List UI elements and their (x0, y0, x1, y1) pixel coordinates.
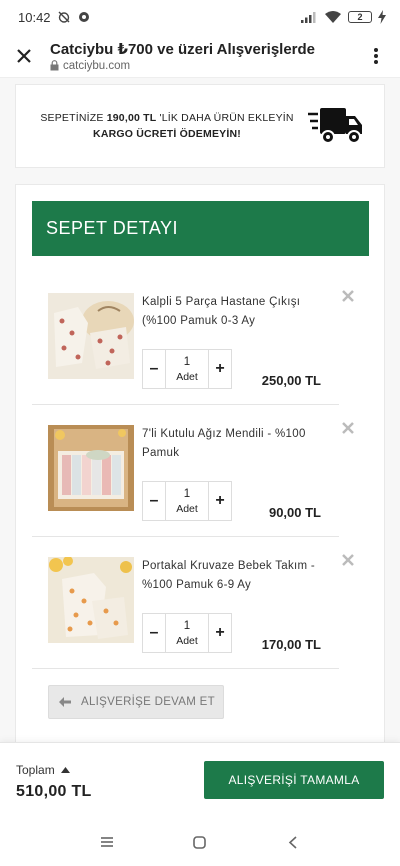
product-image[interactable] (48, 425, 134, 511)
more-options-button[interactable] (364, 44, 388, 68)
close-icon (17, 48, 31, 63)
free-shipping-text: SEPETİNİZE 190,00 TL 'LİK DAHA ÜRÜN EKLE… (36, 110, 298, 142)
page-title: Catciybu ₺700 ve üzeri Alışverişlerde (50, 40, 316, 58)
page-url: catciybu.com (50, 60, 364, 72)
checkout-summary-bar: Toplam 510,00 TL ALIŞVERİŞİ TAMAMLA (0, 742, 400, 818)
free-shipping-notice: SEPETİNİZE 190,00 TL 'LİK DAHA ÜRÜN EKLE… (15, 84, 385, 168)
charging-icon (378, 10, 386, 24)
total-amount: 510,00 TL (16, 783, 92, 800)
product-photo-onesies (48, 293, 134, 379)
continue-shopping-label: ALIŞVERİŞE DEVAM ET (81, 696, 215, 708)
shipping-suffix: KARGO ÜCRETİ ÖDEMEYİN! (93, 128, 241, 140)
shipping-prefix: SEPETİNİZE (40, 112, 107, 124)
remove-item-button[interactable] (341, 553, 355, 567)
lock-icon (50, 60, 59, 71)
quantity-stepper: – 1 Adet + (142, 481, 232, 521)
increase-quantity-button[interactable]: + (209, 350, 231, 388)
product-image[interactable] (48, 557, 134, 643)
shipping-remaining-amount: 190,00 TL (106, 112, 157, 124)
total-label: Toplam (16, 763, 55, 777)
url-text: catciybu.com (63, 59, 131, 72)
close-tab-button[interactable] (12, 44, 36, 68)
back-button[interactable] (281, 830, 305, 854)
remove-item-button[interactable] (341, 289, 355, 303)
caret-up-icon (60, 767, 70, 773)
item-price: 250,00 TL (261, 373, 321, 388)
product-name[interactable]: 7'li Kutulu Ağız Mendili - %100 Pamuk (142, 425, 317, 463)
quantity-stepper: – 1 Adet + (142, 349, 232, 389)
decrease-quantity-button[interactable]: – (143, 350, 165, 388)
quantity-unit: Adet (176, 634, 198, 647)
home-icon (193, 835, 207, 849)
cart-item: Kalpli 5 Parça Hastane Çıkışı (%100 Pamu… (32, 273, 369, 405)
alarm-off-icon (58, 11, 70, 23)
product-image[interactable] (48, 293, 134, 379)
product-name[interactable]: Kalpli 5 Parça Hastane Çıkışı (%100 Pamu… (142, 293, 317, 331)
system-navigation-bar (0, 818, 400, 866)
quantity-stepper: – 1 Adet + (142, 613, 232, 653)
complete-purchase-button[interactable]: ALIŞVERİŞİ TAMAMLA (204, 761, 384, 799)
quantity-unit: Adet (176, 502, 198, 515)
more-vertical-icon (374, 47, 378, 64)
increase-quantity-button[interactable]: + (209, 482, 231, 520)
clock: 10:42 (18, 9, 51, 25)
remove-item-button[interactable] (341, 421, 355, 435)
arrow-left-icon (59, 697, 71, 707)
product-name[interactable]: Portakal Kruvaze Bebek Takım - %100 Pamu… (142, 557, 317, 595)
battery-indicator: 2 (348, 11, 372, 23)
back-icon (289, 835, 297, 849)
wifi-icon (325, 11, 341, 23)
quantity-value: 1 (183, 355, 191, 368)
recent-apps-icon (100, 837, 113, 847)
page-info[interactable]: Catciybu ₺700 ve üzeri Alışverişlerde ca… (50, 40, 364, 72)
shipping-middle: 'LİK DAHA ÜRÜN EKLEYİN (156, 112, 294, 124)
cart-title: SEPET DETAYI (32, 201, 369, 256)
browser-toolbar: Catciybu ₺700 ve üzeri Alışverişlerde ca… (0, 34, 400, 78)
quantity-display[interactable]: 1 Adet (165, 482, 209, 520)
cart-item: Portakal Kruvaze Bebek Takım - %100 Pamu… (32, 537, 369, 669)
divider (32, 668, 339, 669)
continue-shopping-button[interactable]: ALIŞVERİŞE DEVAM ET (48, 685, 224, 719)
quantity-display[interactable]: 1 Adet (165, 614, 209, 652)
decrease-quantity-button[interactable]: – (143, 614, 165, 652)
signal-icon (301, 12, 316, 23)
increase-quantity-button[interactable]: + (209, 614, 231, 652)
cart-item: 7'li Kutulu Ağız Mendili - %100 Pamuk – … (32, 405, 369, 537)
item-price: 90,00 TL (268, 505, 321, 520)
cart-panel: SEPET DETAYI Kalpli 5 Parça Hastane Çıkı… (15, 184, 385, 742)
delivery-truck-icon (308, 108, 362, 144)
quantity-value: 1 (183, 619, 191, 632)
recent-apps-button[interactable] (95, 830, 119, 854)
status-bar: 10:42 2 (0, 0, 400, 34)
total-toggle[interactable]: Toplam (16, 763, 70, 777)
page-content: SEPETİNİZE 190,00 TL 'LİK DAHA ÜRÜN EKLE… (0, 78, 400, 742)
decrease-quantity-button[interactable]: – (143, 482, 165, 520)
notification-icon (78, 12, 89, 22)
product-photo-baby-set (48, 557, 134, 643)
quantity-value: 1 (183, 487, 191, 500)
product-photo-bibs (48, 425, 134, 511)
quantity-display[interactable]: 1 Adet (165, 350, 209, 388)
item-price: 170,00 TL (261, 637, 321, 652)
home-button[interactable] (188, 830, 212, 854)
quantity-unit: Adet (176, 370, 198, 383)
